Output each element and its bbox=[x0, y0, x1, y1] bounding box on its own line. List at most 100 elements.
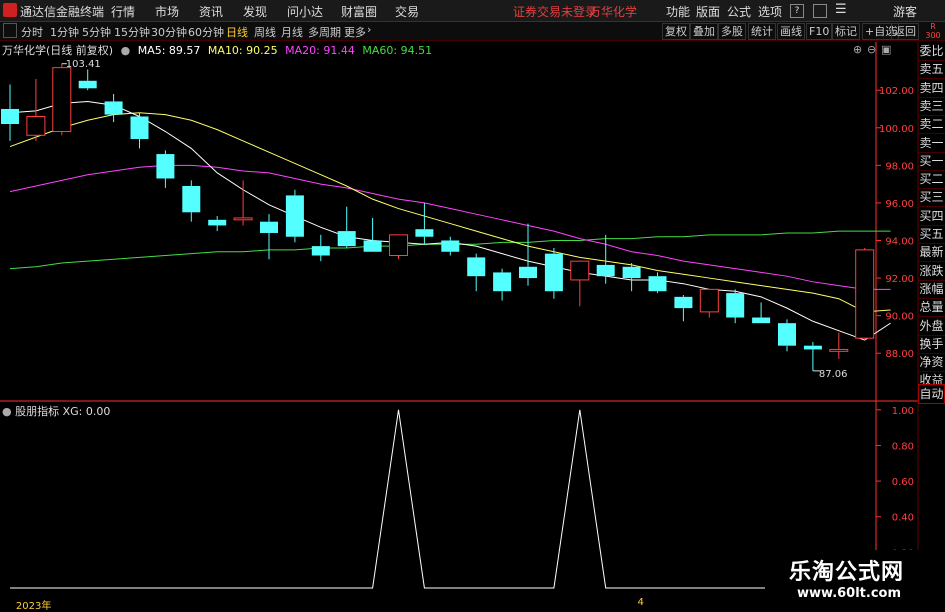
quote-side-panel: 委比 卖五 卖四 卖三 卖二 卖一 买一 买二 买三 买四 买五 最新 涨跌 涨幅 总量 外盘 换手 净资 收益 bbox=[918, 42, 945, 402]
low-price-label: 87.06 bbox=[818, 368, 848, 380]
candle[interactable] bbox=[389, 234, 408, 260]
high-price-label: 103.41 bbox=[65, 58, 101, 70]
candle-body bbox=[52, 67, 72, 133]
watermark: 乐淘公式网 www.60lt.com bbox=[765, 550, 945, 609]
candle-body bbox=[674, 296, 693, 309]
indicator-tick-label: 0.40 bbox=[892, 513, 914, 524]
candle-body bbox=[26, 115, 46, 136]
indicator-dot-icon[interactable]: ● bbox=[2, 405, 12, 418]
candle-body bbox=[855, 249, 875, 339]
candle[interactable] bbox=[441, 236, 460, 256]
candle[interactable] bbox=[285, 189, 304, 243]
candle-body bbox=[544, 253, 563, 292]
candle[interactable] bbox=[415, 202, 434, 245]
candle-body bbox=[311, 246, 330, 256]
date-axis: 2023年 4 bbox=[0, 597, 765, 612]
candle[interactable] bbox=[648, 272, 667, 294]
side-item-0[interactable]: 委比 bbox=[918, 42, 945, 61]
candle[interactable] bbox=[467, 253, 486, 292]
candle-body bbox=[726, 293, 745, 318]
price-tick-label: 96.00 bbox=[885, 199, 914, 210]
candle-body bbox=[363, 240, 382, 252]
candle-body bbox=[233, 217, 253, 221]
candle-body bbox=[389, 234, 408, 257]
side-item-7[interactable]: 买二 bbox=[918, 170, 945, 190]
candle[interactable] bbox=[156, 150, 175, 188]
candle[interactable] bbox=[752, 302, 771, 324]
candle[interactable] bbox=[596, 234, 615, 284]
price-tick-label: 90.00 bbox=[885, 312, 914, 323]
candle-body bbox=[415, 229, 434, 237]
candle[interactable] bbox=[337, 206, 356, 248]
indicator-tick-label: 1.00 bbox=[892, 406, 914, 417]
candle-body bbox=[208, 219, 227, 226]
candle[interactable] bbox=[130, 112, 149, 149]
candle-body bbox=[130, 116, 149, 140]
indicator-legend: ● 股朋指标 XG: 0.00 bbox=[2, 403, 110, 419]
side-item-6[interactable]: 买一 bbox=[918, 152, 945, 171]
watermark-title: 乐淘公式网 bbox=[789, 560, 905, 585]
side-item-8[interactable]: 买三 bbox=[918, 188, 945, 208]
side-item-14[interactable]: 总量 bbox=[918, 298, 945, 318]
candle-body bbox=[596, 264, 615, 277]
candle-body bbox=[803, 345, 822, 350]
ma10-line bbox=[9, 112, 891, 313]
candle-body bbox=[752, 317, 771, 324]
candle[interactable] bbox=[829, 332, 849, 359]
candle[interactable] bbox=[78, 69, 97, 91]
candle[interactable] bbox=[622, 263, 641, 292]
side-item-17[interactable]: 净资 bbox=[918, 353, 945, 373]
side-item-9[interactable]: 买四 bbox=[918, 207, 945, 226]
candle[interactable] bbox=[544, 248, 563, 299]
price-tick-label: 94.00 bbox=[885, 236, 914, 247]
candle-body bbox=[441, 240, 460, 252]
candle[interactable] bbox=[699, 288, 719, 318]
candle[interactable] bbox=[233, 180, 253, 226]
price-tick-label: 92.00 bbox=[885, 274, 914, 285]
candle-body bbox=[570, 260, 590, 281]
candle[interactable] bbox=[1, 84, 19, 141]
candle[interactable] bbox=[726, 289, 745, 324]
price-tick-label: 88.00 bbox=[885, 349, 914, 360]
indicator-tick-label: 0.80 bbox=[892, 441, 914, 452]
indicator-value: XG: 0.00 bbox=[62, 405, 111, 418]
candle-body bbox=[519, 266, 537, 279]
date-label-1: 4 bbox=[637, 597, 644, 608]
side-item-11[interactable]: 最新 bbox=[918, 243, 945, 263]
side-item-5[interactable]: 卖一 bbox=[918, 134, 945, 153]
side-auto-button[interactable]: 自动 bbox=[918, 384, 945, 404]
candle[interactable] bbox=[778, 319, 796, 352]
candle[interactable] bbox=[855, 248, 875, 341]
side-item-16[interactable]: 换手 bbox=[918, 335, 945, 354]
side-item-1[interactable]: 卖五 bbox=[918, 60, 945, 80]
candle[interactable] bbox=[104, 93, 123, 123]
kline-chart[interactable]: 88.00 90.00 92.00 94.00 96.00 98.00 100.00 102.… bbox=[0, 0, 945, 609]
candle[interactable] bbox=[26, 78, 46, 141]
candle[interactable] bbox=[674, 294, 693, 322]
side-item-10[interactable]: 买五 bbox=[918, 225, 945, 244]
candle-body bbox=[829, 348, 849, 352]
side-item-3[interactable]: 卖三 bbox=[918, 97, 945, 116]
side-item-15[interactable]: 外盘 bbox=[918, 317, 945, 336]
candle[interactable] bbox=[803, 341, 822, 371]
candle[interactable] bbox=[519, 223, 537, 286]
candle[interactable] bbox=[570, 260, 590, 307]
indicator-tick-label: 0.60 bbox=[892, 477, 914, 488]
price-tick-label: 102.00 bbox=[879, 86, 914, 97]
candle[interactable] bbox=[311, 234, 330, 262]
candle-body bbox=[104, 101, 123, 115]
candle-body bbox=[156, 154, 175, 179]
xg-indicator-line bbox=[10, 409, 891, 589]
side-item-12[interactable]: 涨跌 bbox=[918, 262, 945, 281]
candle[interactable] bbox=[52, 63, 72, 136]
candle[interactable] bbox=[260, 214, 278, 260]
candle[interactable] bbox=[363, 217, 382, 252]
candle[interactable] bbox=[182, 180, 201, 222]
side-item-13[interactable]: 涨幅 bbox=[918, 280, 945, 299]
candle[interactable] bbox=[493, 268, 512, 301]
ma20-line bbox=[9, 164, 891, 290]
candle-body bbox=[622, 266, 641, 279]
candle[interactable] bbox=[208, 216, 227, 232]
side-item-4[interactable]: 卖二 bbox=[918, 115, 945, 135]
side-item-2[interactable]: 卖四 bbox=[918, 79, 945, 98]
